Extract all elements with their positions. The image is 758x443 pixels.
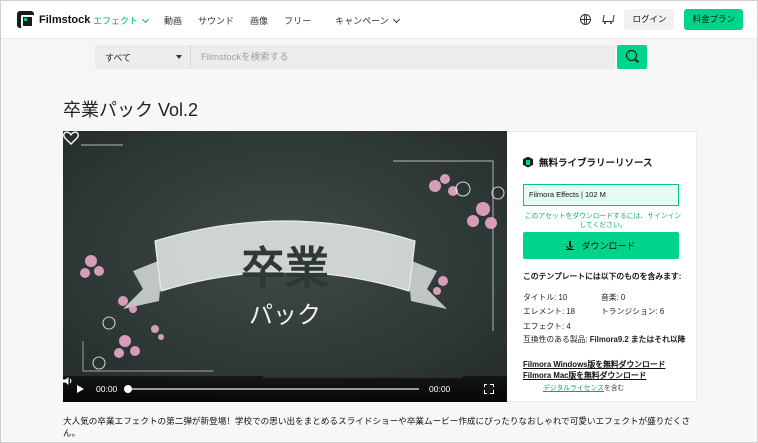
search-bar-area: すべて: [1, 39, 757, 76]
compat-value: Filmora9.2 またはそれ以降: [589, 335, 686, 344]
artwork-subtitle-text: パック: [249, 301, 321, 329]
browser-page: Filmstock エフェクト 動画 サウンド 画像 フリー キャンペーン ログ…: [0, 0, 758, 443]
stat-effects: エフェクト: 4: [523, 321, 571, 331]
contains-heading: このテンプレートには以下のものを含みます:: [523, 272, 682, 281]
template-stats: タイトル: 10 音楽: 0 エレメント: 18 トランジション: 6 エフェク…: [523, 290, 693, 334]
page-title: 卒業パック Vol.2: [63, 100, 199, 120]
chevron-down-icon: [392, 15, 400, 23]
license-link[interactable]: デジタルライセンス: [543, 385, 604, 392]
current-time: 00:00: [96, 384, 118, 394]
filmstock-logo[interactable]: Filmstock: [17, 11, 90, 28]
nav-item-effects[interactable]: エフェクト: [93, 14, 150, 27]
license-suffix: を含む: [603, 385, 625, 392]
caret-down-icon: [176, 55, 182, 59]
nav-item-image[interactable]: 画像: [250, 14, 268, 27]
video-player[interactable]: 卒業 パック 00:00 00:00: [63, 131, 507, 402]
library-heading-text: 無料ライブラリーリソース: [539, 158, 653, 169]
search-box: すべて: [95, 45, 615, 69]
download-button-label: ダウンロード: [581, 241, 636, 251]
windows-download-link[interactable]: Filmora Windows版を無料ダウンロード: [523, 359, 665, 370]
signin-note[interactable]: このアセットをダウンロードするには、サインインしてください。: [523, 212, 683, 230]
nav-item-label: エフェクト: [93, 16, 139, 26]
stats-row: タイトル: 10 音楽: 0: [523, 290, 693, 305]
preview-artwork: 卒業 パック: [63, 131, 507, 402]
fullscreen-icon[interactable]: [483, 383, 495, 395]
heart-icon[interactable]: [63, 131, 79, 145]
logo-text: Filmstock: [39, 13, 91, 26]
library-heading: 無料ライブラリーリソース: [523, 155, 653, 169]
progress-track[interactable]: [124, 385, 419, 393]
resource-select[interactable]: Filmora Effects | 102 M: [523, 184, 679, 206]
search-category-label: すべて: [105, 52, 132, 63]
nav-item-label: キャンペーン: [335, 16, 389, 26]
library-icon: [523, 156, 533, 168]
login-button[interactable]: ログイン: [624, 9, 675, 30]
main-content: 卒業パック Vol.2 卒業 パック 00:00 00:00 無料ライブラリーリ…: [1, 76, 757, 442]
duration-time: 00:00: [429, 384, 451, 394]
stat-music: 音楽: 0: [601, 292, 626, 302]
stat-elements: エレメント: 18: [523, 307, 575, 317]
nav-item-video[interactable]: 動画: [164, 14, 182, 27]
download-button[interactable]: ダウンロード: [523, 232, 679, 259]
download-icon: [566, 241, 575, 250]
download-panel: 無料ライブラリーリソース Filmora Effects | 102 M このア…: [507, 131, 697, 402]
player-controls: 00:00 00:00: [63, 376, 507, 402]
main-nav: エフェクト 動画 サウンド 画像 フリー キャンペーン: [93, 14, 415, 27]
pricing-plan-button[interactable]: 料金プラン: [684, 9, 743, 30]
template-description: 大人気の卒業エフェクトの第二弾が新登場！学校での思い出をまとめるスライドショーや…: [63, 416, 691, 438]
compatible-products: 互換性のある製品: Filmora9.2 またはそれ以降: [523, 334, 693, 345]
search-button[interactable]: [617, 45, 647, 69]
stat-titles: タイトル: 10: [523, 292, 568, 302]
progress-handle[interactable]: [124, 385, 132, 393]
stat-transitions: トランジション: 6: [601, 307, 665, 317]
mac-download-link[interactable]: Filmora Mac版を無料ダウンロード: [523, 370, 646, 381]
nav-item-free[interactable]: フリー: [284, 14, 311, 27]
nav-item-label: 動画: [164, 16, 183, 26]
nav-item-label: 画像: [250, 16, 269, 26]
nav-item-campaign[interactable]: キャンペーン: [335, 14, 400, 27]
cart-icon[interactable]: [601, 14, 614, 25]
nav-item-label: サウンド: [198, 16, 235, 26]
license-note: デジタルライセンスを含む: [543, 382, 624, 392]
top-header: Filmstock エフェクト 動画 サウンド 画像 フリー キャンペーン ログ…: [1, 1, 757, 39]
compat-label: 互換性のある製品:: [523, 335, 588, 344]
volume-icon[interactable]: [63, 376, 73, 386]
globe-icon[interactable]: [580, 14, 592, 25]
search-input[interactable]: [191, 45, 615, 69]
nav-item-sound[interactable]: サウンド: [198, 14, 234, 27]
search-icon: [626, 50, 637, 61]
play-icon[interactable]: [77, 385, 84, 393]
filmstock-logo-icon: [17, 11, 34, 28]
search-category-select[interactable]: すべて: [95, 45, 191, 69]
chevron-down-icon: [141, 15, 150, 23]
stats-row: エレメント: 18 トランジション: 6: [523, 305, 693, 320]
header-actions: ログイン 料金プラン: [580, 9, 743, 30]
stats-row: エフェクト: 4: [523, 319, 693, 334]
nav-item-label: フリー: [284, 16, 312, 26]
artwork-title-text: 卒業: [241, 243, 329, 294]
